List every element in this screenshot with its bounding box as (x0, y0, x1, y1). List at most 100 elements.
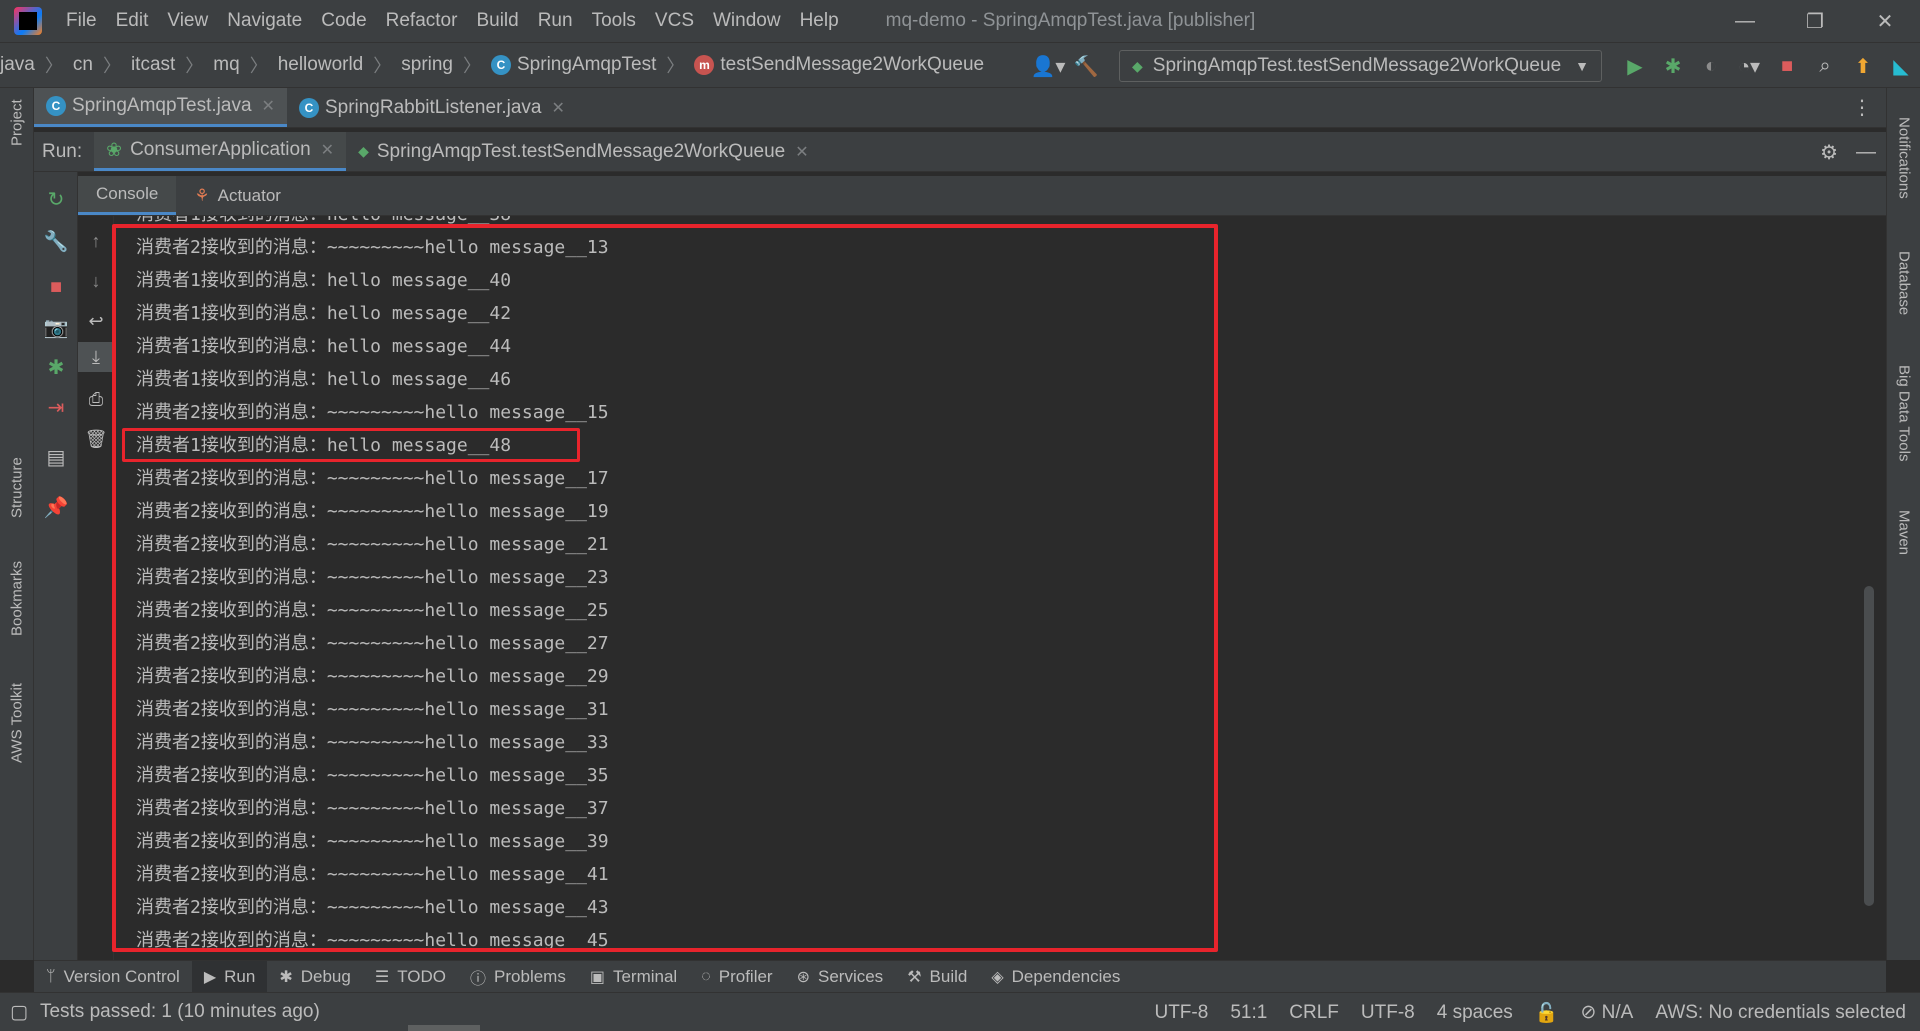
run-config-select[interactable]: ◆ SpringAmqpTest.testSendMessage2WorkQue… (1118, 50, 1602, 82)
bottom-tab-terminal[interactable]: ▣ Terminal (578, 961, 689, 992)
breadcrumb-java[interactable]: java (0, 54, 35, 76)
console-sub-tabs: Console ⚘ Actuator (78, 176, 1886, 216)
menu-code[interactable]: Code (321, 10, 366, 32)
bottom-tab-profiler[interactable]: ◌ Profiler (689, 961, 784, 992)
bottom-tab-services[interactable]: ⊛ Services (785, 961, 896, 992)
console-scrollbar[interactable] (1864, 586, 1874, 906)
toolbox-icon[interactable]: ◣ (1882, 50, 1920, 82)
close-icon[interactable]: ✕ (551, 98, 564, 118)
spring-boot-icon: ❀ (106, 139, 123, 161)
menu-view[interactable]: View (167, 10, 208, 32)
left-tool-strip: Project Structure Bookmarks AWS Toolkit (0, 88, 34, 960)
soft-wrap-icon[interactable]: ↩ (78, 306, 114, 336)
menu-vcs[interactable]: VCS (655, 10, 694, 32)
close-icon[interactable]: ✕ (321, 140, 334, 160)
aws-status[interactable]: AWS: No credentials selected (1655, 1002, 1906, 1024)
tests-status[interactable]: Tests passed: 1 (10 minutes ago) (40, 1001, 320, 1023)
breadcrumb-class[interactable]: SpringAmqpTest (517, 54, 656, 76)
minimize-button[interactable]: — (1710, 0, 1780, 42)
search-icon[interactable]: ⌕ (1806, 50, 1844, 82)
console-toolbar: ↑ ↓ ↩ ⤓ ⎙ 🗑 (78, 216, 114, 960)
debug-icon[interactable]: ✱ (1654, 50, 1692, 82)
breadcrumb-itcast[interactable]: itcast (131, 54, 175, 76)
menu-tools[interactable]: Tools (592, 10, 636, 32)
navigation-bar: java 〉 cn 〉 itcast 〉 mq 〉 helloworld 〉 s… (0, 42, 1920, 88)
up-arrow-icon[interactable]: ↑ (78, 226, 114, 256)
gear-icon[interactable]: ⚙ (1820, 140, 1838, 165)
bottom-tab-debug[interactable]: ✱ Debug (267, 961, 363, 992)
wrench-icon[interactable]: 🔧 (34, 226, 78, 256)
exit-icon[interactable]: ⇥ (34, 392, 78, 422)
run-tab-consumer[interactable]: ❀ ConsumerApplication ✕ (94, 132, 347, 171)
layout-toggle-icon[interactable]: ▢ (10, 1001, 28, 1024)
console-line: 消费者2接收到的消息：~~~~~~~~~hello message__15 (136, 402, 609, 423)
maven-tool-tab[interactable]: Maven (1887, 498, 1920, 568)
stop-icon[interactable]: ■ (1768, 50, 1806, 82)
console-line: 消费者2接收到的消息：~~~~~~~~~hello message__39 (136, 831, 609, 852)
editor-tab-springamqptest[interactable]: C SpringAmqpTest.java ✕ (34, 88, 287, 127)
indent-setting[interactable]: 4 spaces (1437, 1002, 1513, 1024)
profile-icon[interactable]: ◔▾ (1730, 50, 1768, 82)
hammer-icon[interactable]: 🔨 (1067, 50, 1105, 82)
breadcrumb-cn[interactable]: cn (73, 54, 93, 76)
bottom-tab-todo[interactable]: ☰ TODO (363, 961, 458, 992)
camera-icon[interactable]: 📷 (34, 312, 78, 342)
pin-icon[interactable]: 📌 (34, 492, 78, 522)
bookmarks-tool-tab[interactable]: Bookmarks (0, 548, 34, 648)
debug-attach-icon[interactable]: ✱ (34, 352, 78, 382)
update-icon[interactable]: ⬆ (1844, 50, 1882, 82)
notifications-tool-tab[interactable]: Notifications (1887, 98, 1920, 218)
coverage-icon[interactable]: ◐ (1692, 50, 1730, 82)
tab-console[interactable]: Console (78, 176, 177, 215)
more-options-icon[interactable]: ⋮ (1852, 88, 1886, 127)
line-separator[interactable]: CRLF (1289, 1002, 1339, 1024)
breadcrumb-method[interactable]: testSendMessage2WorkQueue (720, 54, 984, 76)
menu-file[interactable]: File (66, 10, 97, 32)
menu-help[interactable]: Help (800, 10, 839, 32)
menu-run[interactable]: Run (538, 10, 573, 32)
down-arrow-icon[interactable]: ↓ (78, 266, 114, 296)
console-output[interactable]: 消费者1接收到的消息：hello message__38 消费者2接收到的消息：… (114, 216, 1874, 960)
close-icon[interactable]: ✕ (262, 96, 275, 116)
na-status[interactable]: ⊘ N/A (1580, 1001, 1633, 1024)
run-icon[interactable]: ▶ (1616, 50, 1654, 82)
close-button[interactable]: ✕ (1850, 0, 1920, 42)
print-icon[interactable]: ⎙ (78, 384, 114, 414)
user-icon[interactable]: 👤▾ (1029, 50, 1067, 82)
big-data-tools-tab[interactable]: Big Data Tools (1887, 348, 1920, 478)
bottom-tab-dependencies[interactable]: ◈ Dependencies (979, 961, 1132, 992)
menu-navigate[interactable]: Navigate (227, 10, 302, 32)
file-encoding[interactable]: UTF-8 (1154, 1002, 1208, 1024)
bottom-tab-label: Build (929, 966, 968, 986)
layout-icon[interactable]: ▤ (34, 442, 78, 472)
breadcrumb-mq[interactable]: mq (213, 54, 239, 76)
file-encoding-2[interactable]: UTF-8 (1361, 1002, 1415, 1024)
stop-icon[interactable]: ■ (34, 272, 78, 302)
bottom-tab-problems[interactable]: ⓘ Problems (458, 961, 578, 992)
menu-window[interactable]: Window (713, 10, 781, 32)
restore-button[interactable]: ❐ (1780, 0, 1850, 42)
scroll-to-end-icon[interactable]: ⤓ (78, 342, 114, 372)
bottom-tab-run[interactable]: ▶ Run (191, 961, 268, 992)
menu-refactor[interactable]: Refactor (386, 10, 458, 32)
menu-edit[interactable]: Edit (116, 10, 149, 32)
editor-tab-springrabbitlistener[interactable]: C SpringRabbitListener.java ✕ (287, 88, 577, 127)
breadcrumb-helloworld[interactable]: helloworld (278, 54, 364, 76)
aws-toolkit-tool-tab[interactable]: AWS Toolkit (0, 668, 34, 778)
rerun-icon[interactable]: ↻ (34, 184, 78, 214)
menu-build[interactable]: Build (476, 10, 518, 32)
console-line: 消费者2接收到的消息：~~~~~~~~~hello message__37 (136, 798, 609, 819)
run-tab-test[interactable]: ◆ SpringAmqpTest.testSendMessage2WorkQue… (346, 132, 821, 171)
trash-icon[interactable]: 🗑 (78, 424, 114, 454)
close-icon[interactable]: ✕ (795, 142, 808, 162)
hide-icon[interactable]: — (1856, 141, 1876, 164)
structure-tool-tab[interactable]: Structure (0, 448, 34, 528)
breadcrumb-spring[interactable]: spring (401, 54, 453, 76)
bottom-tab-build[interactable]: ⚒ Build (895, 961, 979, 992)
database-tool-tab[interactable]: Database (1887, 238, 1920, 328)
caret-position[interactable]: 51:1 (1230, 1002, 1267, 1024)
lock-icon[interactable]: 🔓 (1535, 1001, 1559, 1025)
project-tool-tab[interactable]: Project (0, 88, 34, 158)
tab-actuator[interactable]: ⚘ Actuator (176, 176, 299, 215)
bottom-tab-version-control[interactable]: ᛘ Version Control (34, 961, 192, 992)
